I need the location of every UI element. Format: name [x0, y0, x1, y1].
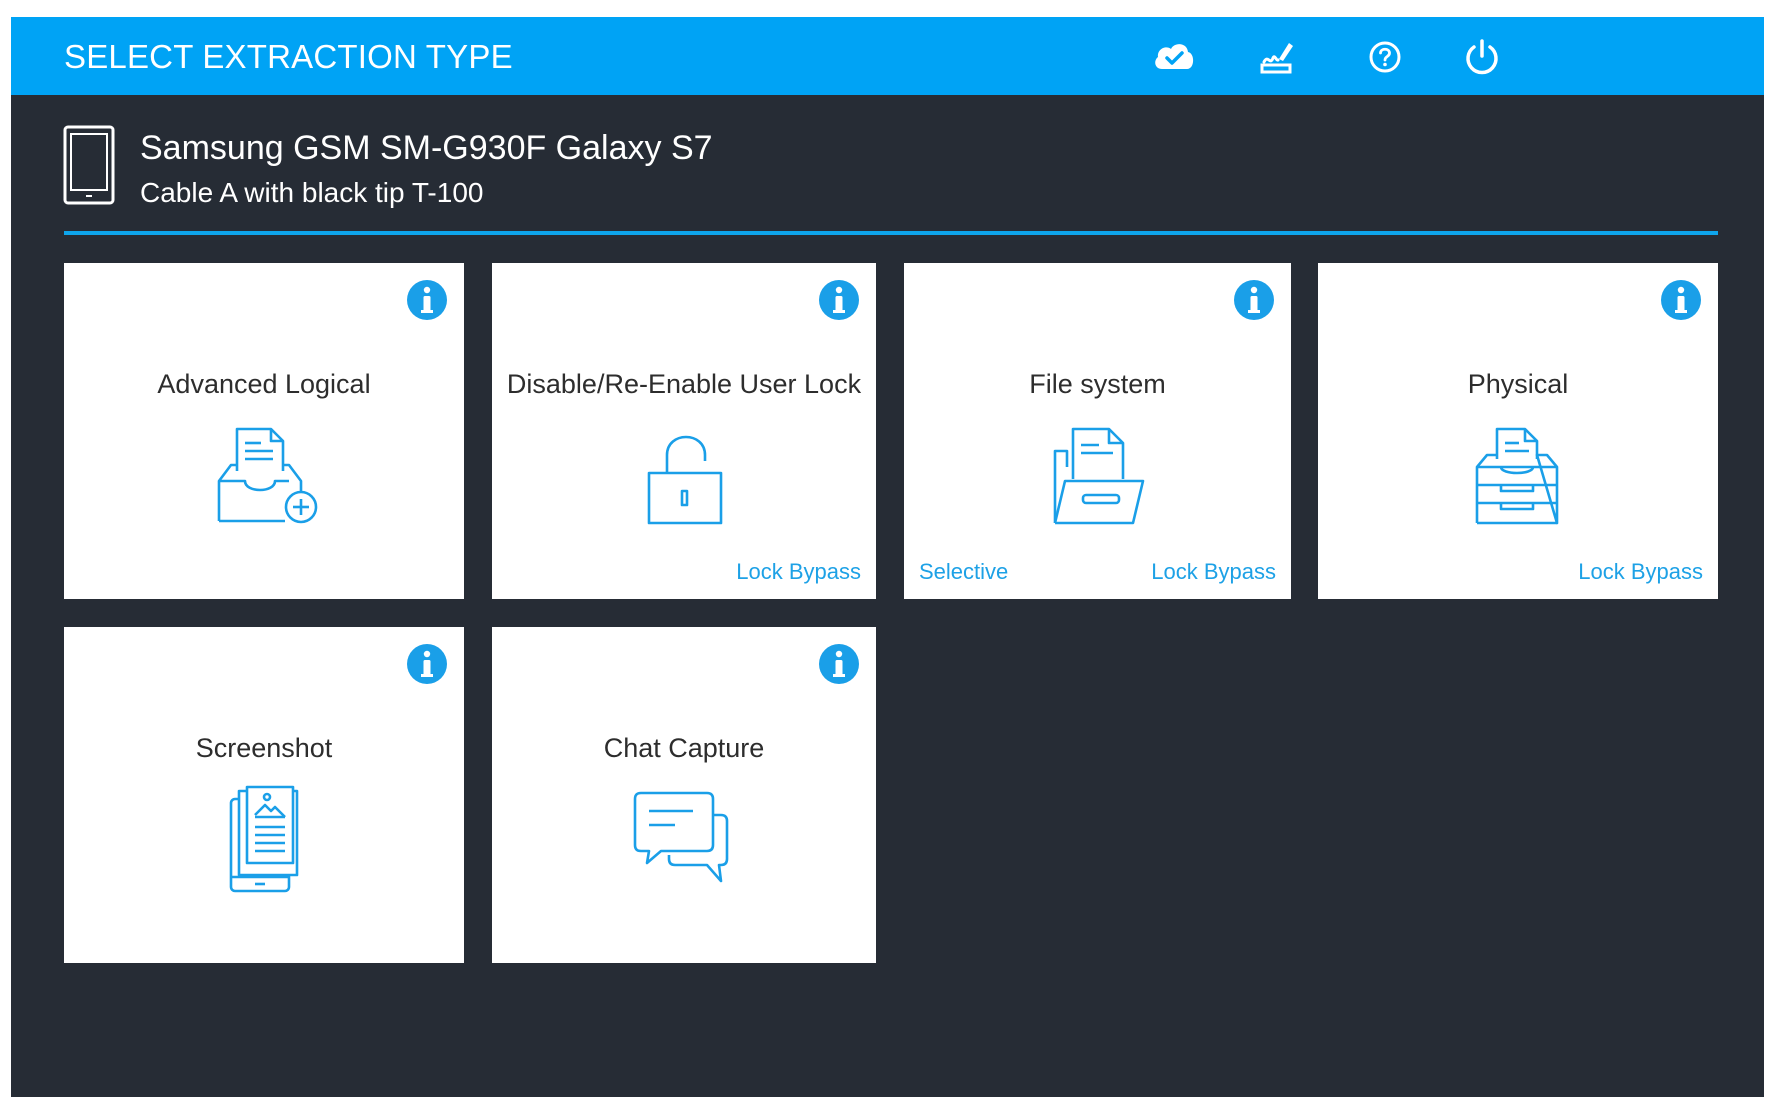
tile-user-lock[interactable]: Disable/Re-Enable User Lock Lock Bypass [492, 263, 876, 599]
folder-document-icon [1043, 421, 1153, 531]
device-name: Samsung GSM SM-G930F Galaxy S7 [140, 129, 713, 167]
selective-link[interactable]: Selective [919, 559, 1008, 585]
device-cable: Cable A with black tip T-100 [140, 177, 484, 208]
tile-chat-capture[interactable]: Chat Capture [492, 627, 876, 963]
tile-screenshot[interactable]: Screenshot [64, 627, 464, 963]
unlock-icon [629, 421, 739, 531]
device-image-icon [209, 785, 319, 895]
help-icon[interactable] [1362, 34, 1408, 80]
top-bar: SELECT EXTRACTION TYPE [11, 17, 1764, 95]
cloud-check-icon[interactable] [1151, 34, 1197, 80]
device-header: Samsung GSM SM-G930F Galaxy S7 Cable A w… [63, 125, 1723, 225]
info-icon[interactable] [818, 643, 860, 685]
tile-label: Disable/Re-Enable User Lock [506, 369, 862, 399]
phone-icon [63, 125, 115, 205]
lock-bypass-link[interactable]: Lock Bypass [1578, 559, 1703, 585]
power-icon[interactable] [1459, 34, 1505, 80]
tile-file-system[interactable]: File system Selective Lock Bypass [904, 263, 1291, 599]
header-divider [64, 231, 1718, 235]
inbox-add-icon [209, 421, 319, 531]
tile-label: Physical [1467, 369, 1569, 399]
info-icon[interactable] [406, 643, 448, 685]
app-window: SELECT EXTRACTION TYPE Samsung GSM SM-G9… [11, 17, 1764, 1097]
signature-icon[interactable] [1254, 34, 1300, 80]
drawer-cabinet-icon [1463, 421, 1573, 531]
tile-advanced-logical[interactable]: Advanced Logical [64, 263, 464, 599]
tile-label: Advanced Logical [157, 369, 371, 399]
tile-label: File system [1029, 369, 1166, 399]
tile-label: Screenshot [195, 733, 333, 763]
lock-bypass-link[interactable]: Lock Bypass [736, 559, 861, 585]
tile-label: Chat Capture [603, 733, 765, 763]
tile-physical[interactable]: Physical Lock Bypass [1318, 263, 1718, 599]
info-icon[interactable] [406, 279, 448, 321]
info-icon[interactable] [1233, 279, 1275, 321]
lock-bypass-link[interactable]: Lock Bypass [1151, 559, 1276, 585]
chat-bubbles-icon [629, 785, 739, 895]
info-icon[interactable] [818, 279, 860, 321]
info-icon[interactable] [1660, 279, 1702, 321]
page-title: SELECT EXTRACTION TYPE [64, 38, 513, 75]
